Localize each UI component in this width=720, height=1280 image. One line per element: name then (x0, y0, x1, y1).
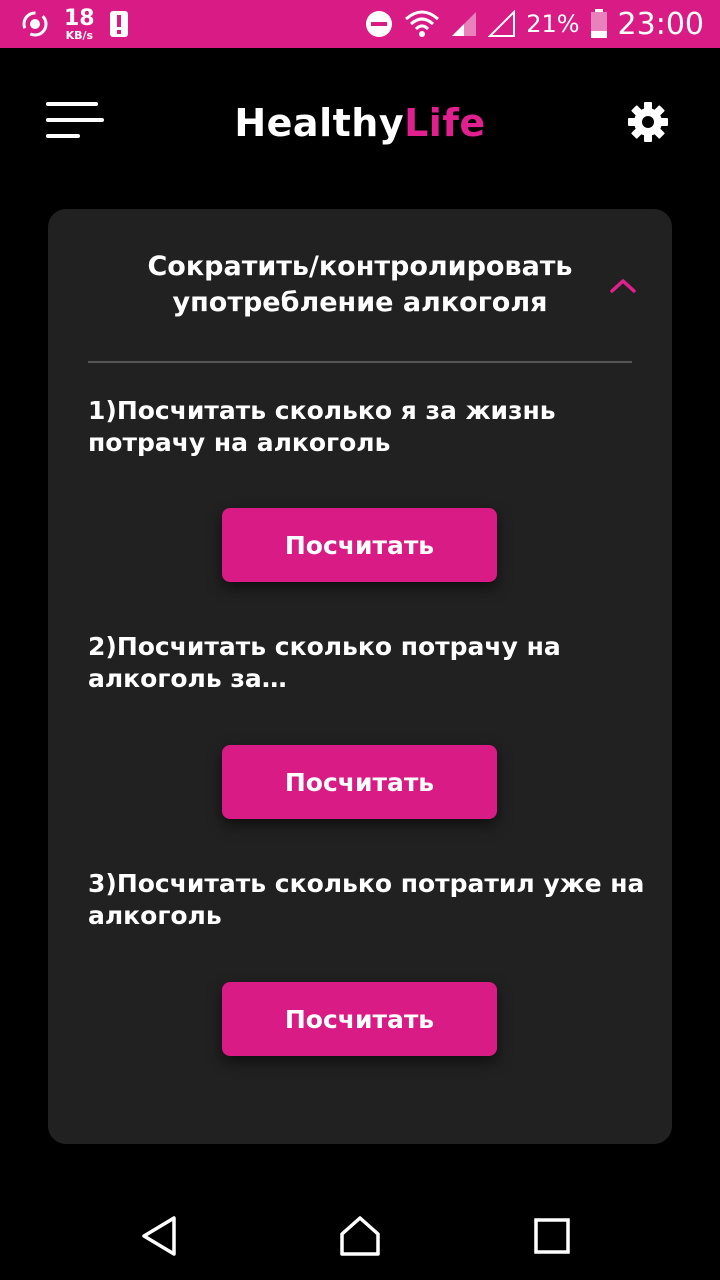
status-bar: 18 KB/s 21% 23:00 (0, 0, 720, 48)
signal-empty-icon (488, 10, 516, 38)
battery-percent: 21% (526, 10, 580, 38)
app-header: HealthyLife (0, 48, 720, 198)
network-speed-value: 18 (64, 5, 95, 31)
menu-line (46, 102, 98, 106)
task-text-2: 2)Посчитать сколько потрачу на алкоголь … (88, 632, 561, 693)
task-text-1: 1)Посчитать сколько я за жизнь потрачу н… (88, 396, 556, 457)
menu-line (46, 134, 80, 138)
chevron-up-icon[interactable] (608, 271, 638, 301)
calculate-lifetime-button[interactable]: Посчитать (222, 508, 497, 582)
battery-icon (590, 9, 608, 39)
card-header[interactable]: Сократить/контролировать употребление ал… (48, 209, 672, 361)
app-title-accent: Life (404, 101, 486, 145)
sync-icon (20, 9, 50, 39)
home-icon[interactable] (338, 1214, 382, 1258)
app-title: HealthyLife (234, 101, 485, 145)
divider (88, 361, 632, 363)
calculate-spent-button[interactable]: Посчитать (222, 982, 497, 1056)
goal-card: Сократить/контролировать употребление ал… (48, 209, 672, 1144)
menu-line (46, 118, 104, 122)
wifi-icon (404, 9, 440, 39)
back-icon[interactable] (138, 1214, 182, 1258)
card-title: Сократить/контролировать употребление ал… (147, 251, 573, 318)
calculate-period-button[interactable]: Посчитать (222, 745, 497, 819)
network-speed-unit: KB/s (65, 28, 94, 42)
menu-icon[interactable] (46, 98, 106, 142)
navigation-bar (0, 1188, 720, 1280)
task-text-3: 3)Посчитать сколько потратил уже на алко… (88, 869, 645, 930)
network-speed: 18 KB/s (64, 5, 95, 42)
app-title-main: Healthy (234, 101, 405, 145)
alert-icon (109, 10, 129, 38)
recent-apps-icon[interactable] (530, 1214, 574, 1258)
dnd-icon (364, 9, 394, 39)
clock: 23:00 (617, 6, 704, 42)
gear-icon[interactable] (626, 100, 670, 144)
signal-icon (450, 10, 478, 38)
